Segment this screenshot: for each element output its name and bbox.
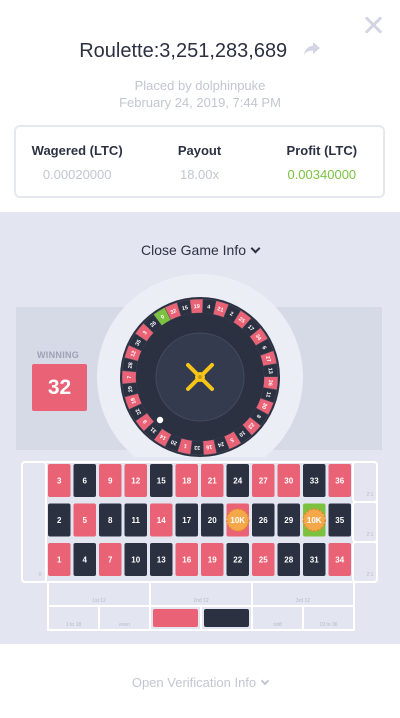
zero-label: 0 (39, 572, 42, 578)
red-bet-swatch (153, 609, 198, 627)
open-verification-toggle[interactable]: Open Verification Info (0, 675, 400, 690)
board-number: 9 (108, 477, 113, 486)
board-number: 35 (335, 516, 344, 525)
board-number: 4 (83, 556, 88, 565)
board-number: 7 (108, 556, 113, 565)
board-number: 6 (83, 477, 88, 486)
stats-box: Wagered (LTC) 0.00020000 Payout 18.00x P… (14, 125, 385, 198)
board-number: 33 (310, 477, 319, 486)
board-number: 10 (131, 556, 140, 565)
stat-profit: Profit (LTC) 0.00340000 (261, 127, 383, 196)
stat-wagered-label: Wagered (LTC) (31, 143, 123, 158)
stat-profit-value: 0.00340000 (287, 167, 357, 182)
board-number: 20 (208, 516, 217, 525)
zero-cell (21, 461, 47, 583)
board-number: 29 (284, 516, 293, 525)
board-number: 21 (208, 477, 217, 486)
board-number: 25 (259, 556, 268, 565)
board-number: 36 (335, 477, 344, 486)
stat-wagered: Wagered (LTC) 0.00020000 (16, 127, 138, 196)
stat-wagered-value: 0.00020000 (42, 167, 112, 182)
stat-profit-label: Profit (LTC) (286, 143, 358, 158)
close-icon[interactable] (362, 14, 384, 36)
dozen-bet-label: 2nd 12 (193, 598, 209, 604)
board-number: 34 (335, 556, 344, 565)
dozen-bet-label: 3rd 12 (296, 598, 310, 604)
board-number: 16 (182, 556, 191, 565)
column-bet-label: 2:1 (367, 572, 374, 578)
board-number: 3 (57, 477, 62, 486)
board-number: 8 (108, 516, 113, 525)
column-bet-label: 2:1 (367, 492, 374, 498)
bet-details-modal: Roulette:3,251,283,689 Placed by dolphin… (0, 0, 400, 718)
outside-bet-label: 19 to 36 (319, 622, 337, 628)
board-number: 11 (132, 516, 141, 525)
board-number: 15 (157, 477, 166, 486)
board-number: 2 (57, 516, 62, 525)
stat-payout: Payout 18.00x (138, 127, 260, 196)
board-number: 13 (157, 556, 166, 565)
black-bet-swatch (204, 609, 249, 627)
bet-title-row: Roulette:3,251,283,689 (0, 40, 400, 63)
chip-label: 10K (230, 516, 245, 525)
chevron-down-icon (260, 676, 270, 686)
board-number: 17 (182, 516, 191, 525)
board-number: 5 (83, 516, 88, 525)
board-number: 18 (182, 477, 191, 486)
outside-bet-label: 1 to 18 (66, 622, 82, 628)
board-number: 22 (233, 556, 242, 565)
placed-by: Placed by dolphinpuke (134, 78, 266, 93)
dozen-bet-label: 1st 12 (92, 598, 106, 604)
board-number: 12 (131, 477, 140, 486)
board-number: 14 (157, 516, 166, 525)
open-verification-label: Open Verification Info (131, 675, 257, 690)
bet-date: February 24, 2019, 7:44 PM (119, 95, 281, 110)
board-number: 31 (310, 556, 319, 565)
stat-payout-label: Payout (177, 143, 222, 158)
outside-bet-label: even (119, 622, 130, 628)
betting-board: 02:12:12:13 6 9 12 15 18 21 24 27 30 33 362 5 8 11 14 17… (21, 461, 378, 631)
board-number: 19 (208, 556, 217, 565)
stat-payout-value: 18.00x (179, 167, 220, 182)
board-number: 28 (284, 556, 293, 565)
board-number: 24 (233, 477, 242, 486)
chip-label: 10K (307, 516, 322, 525)
bet-title: Roulette:3,251,283,689 (79, 40, 288, 62)
share-icon[interactable] (303, 40, 321, 63)
column-bet-label: 2:1 (367, 532, 374, 538)
board-number: 1 (57, 556, 62, 565)
board-number: 27 (259, 477, 268, 486)
game-info-panel: Close Game Info WINNING 32 0 32 15 19 4 21 2 25… (0, 212, 400, 644)
board-number: 26 (259, 516, 268, 525)
outside-bet-label: odd (273, 622, 282, 628)
board-number: 30 (284, 477, 293, 486)
